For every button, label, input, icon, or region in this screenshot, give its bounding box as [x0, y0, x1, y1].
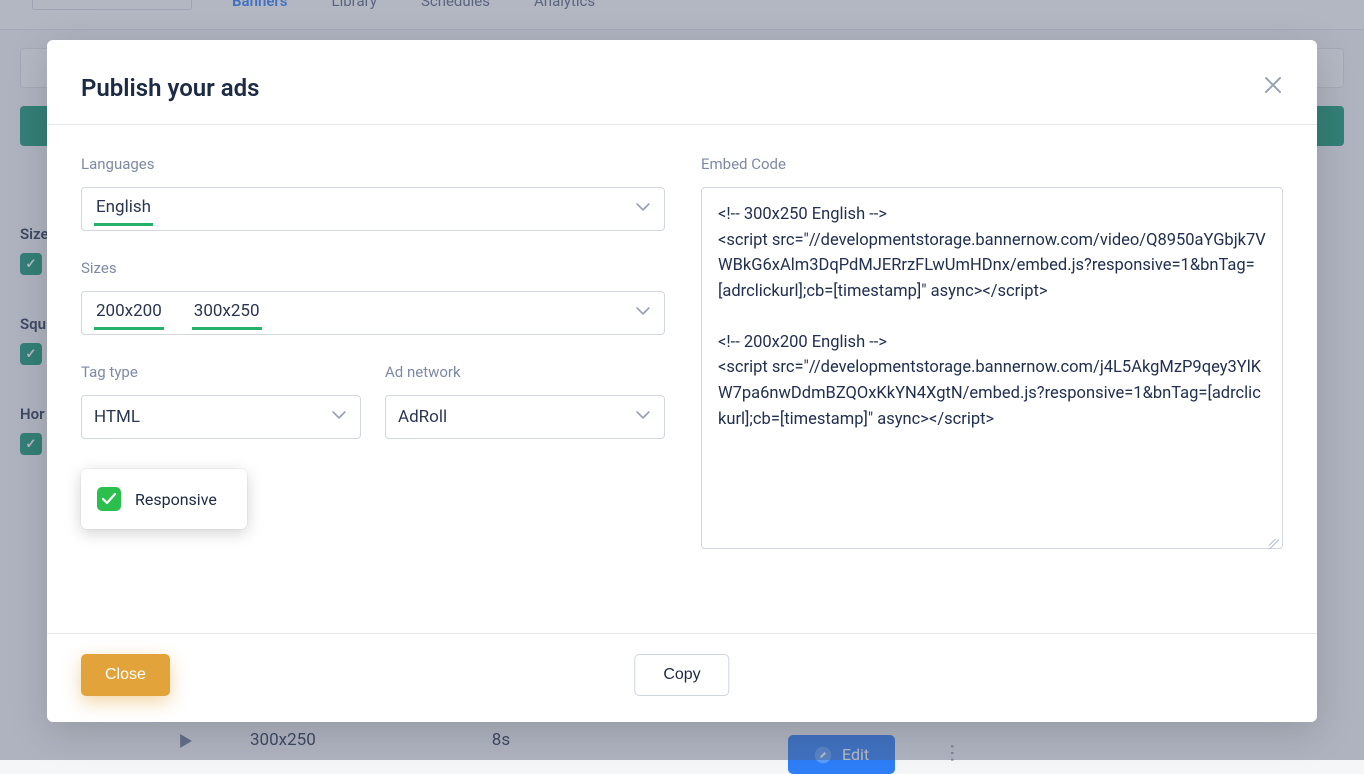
tag-network-row: Tag type HTML Ad network AdRoll [81, 363, 665, 439]
publish-modal: Publish your ads Languages English Sizes… [47, 40, 1317, 722]
modal-header: Publish your ads [47, 40, 1317, 125]
embed-label: Embed Code [701, 155, 1283, 173]
close-button[interactable]: Close [81, 654, 170, 696]
embed-wrapper [701, 187, 1283, 553]
responsive-label: Responsive [135, 490, 217, 509]
ad-network-label: Ad network [385, 363, 665, 381]
tag-type-value: HTML [94, 407, 140, 427]
modal-footer: Close Copy [47, 634, 1317, 722]
ad-network-select[interactable]: AdRoll [385, 395, 665, 439]
sizes-label: Sizes [81, 259, 665, 277]
language-chip-english[interactable]: English [94, 193, 153, 226]
tag-type-label: Tag type [81, 363, 361, 381]
ad-network-value: AdRoll [398, 407, 447, 427]
modal-body: Languages English Sizes 200x200 300x250 [47, 125, 1317, 634]
tag-type-select[interactable]: HTML [81, 395, 361, 439]
sizes-field: Sizes 200x200 300x250 [81, 259, 665, 335]
close-icon[interactable] [1263, 75, 1283, 101]
tag-type-field: Tag type HTML [81, 363, 361, 439]
chevron-down-icon [332, 408, 346, 427]
chevron-down-icon [636, 408, 650, 427]
sizes-select[interactable]: 200x200 300x250 [81, 291, 665, 335]
size-chip-300[interactable]: 300x250 [192, 297, 262, 330]
checkbox-checked-icon[interactable] [97, 487, 121, 511]
modal-right-column: Embed Code [701, 155, 1283, 623]
languages-select[interactable]: English [81, 187, 665, 231]
responsive-checkbox-card[interactable]: Responsive [81, 469, 247, 529]
ad-network-field: Ad network AdRoll [385, 363, 665, 439]
size-chip-200[interactable]: 200x200 [94, 297, 164, 330]
languages-label: Languages [81, 155, 665, 173]
languages-field: Languages English [81, 155, 665, 231]
modal-left-column: Languages English Sizes 200x200 300x250 [81, 155, 665, 623]
copy-button[interactable]: Copy [634, 654, 729, 696]
chevron-down-icon [636, 304, 650, 323]
chevron-down-icon [636, 200, 650, 219]
embed-code-textarea[interactable] [701, 187, 1283, 549]
modal-title: Publish your ads [81, 74, 260, 102]
